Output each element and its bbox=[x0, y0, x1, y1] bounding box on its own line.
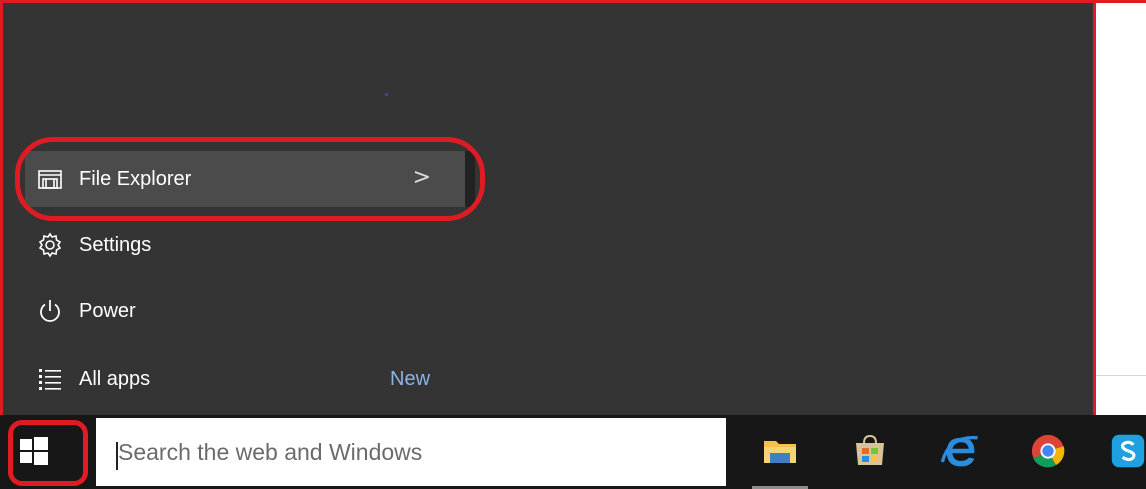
divider bbox=[1096, 375, 1146, 376]
start-menu: File Explorer > Settings Power All apps … bbox=[0, 0, 1096, 415]
taskbar bbox=[0, 415, 1146, 489]
menu-item-all-apps[interactable]: All apps New bbox=[25, 351, 465, 407]
taskbar-app-skype[interactable] bbox=[1110, 429, 1146, 473]
menu-item-label: Settings bbox=[79, 233, 152, 256]
taskbar-app-file-explorer[interactable] bbox=[758, 429, 802, 473]
menu-item-label: All apps bbox=[79, 367, 151, 390]
annotation-box-start bbox=[8, 420, 88, 486]
search-input[interactable] bbox=[96, 418, 726, 486]
taskbar-app-internet-explorer[interactable] bbox=[938, 429, 982, 473]
text-caret bbox=[116, 442, 118, 470]
menu-item-label: Power bbox=[79, 299, 136, 322]
menu-item-settings[interactable]: Settings bbox=[25, 217, 465, 273]
gear-icon bbox=[35, 230, 65, 260]
file-explorer-icon bbox=[764, 441, 796, 463]
list-icon bbox=[35, 364, 65, 394]
taskbar-app-store[interactable] bbox=[848, 429, 892, 473]
menu-item-power[interactable]: Power bbox=[25, 283, 465, 339]
store-icon bbox=[856, 434, 884, 465]
power-icon bbox=[35, 296, 65, 326]
search-box[interactable] bbox=[96, 418, 726, 486]
annotation-circle-file-explorer bbox=[15, 137, 485, 221]
menu-dot bbox=[385, 93, 388, 96]
taskbar-app-chrome[interactable] bbox=[1026, 429, 1070, 473]
chrome-icon bbox=[1031, 434, 1065, 468]
desktop-background bbox=[1096, 0, 1146, 415]
internet-explorer-icon bbox=[940, 436, 978, 467]
skype-icon bbox=[1111, 434, 1145, 468]
new-badge: New bbox=[390, 367, 431, 390]
